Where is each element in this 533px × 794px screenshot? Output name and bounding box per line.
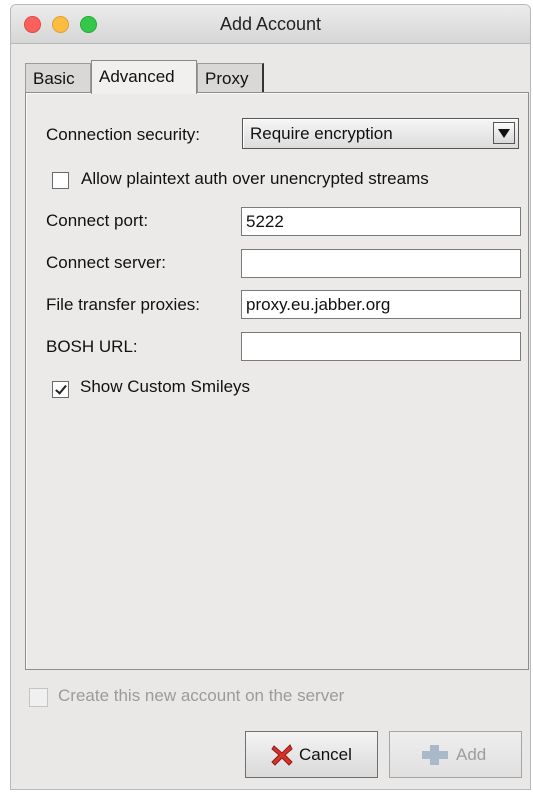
add-account-window: Add Account Basic Advanced Proxy Connect… <box>10 4 531 790</box>
connect-server-field[interactable] <box>241 249 521 278</box>
tab-basic[interactable]: Basic <box>25 63 91 93</box>
connect-server-label: Connect server: <box>46 253 166 272</box>
cancel-button-label: Cancel <box>299 745 352 764</box>
connection-security-select[interactable]: Require encryption <box>242 118 519 149</box>
plaintext-auth-checkbox[interactable] <box>52 172 69 189</box>
connect-port-field[interactable] <box>241 207 521 236</box>
title-bar: Add Account <box>11 5 530 44</box>
create-on-server-checkbox[interactable] <box>29 688 48 707</box>
dropdown-arrow-icon[interactable] <box>493 122 515 144</box>
plaintext-auth-label: Allow plaintext auth over unencrypted st… <box>81 169 429 188</box>
connect-port-label: Connect port: <box>46 211 149 230</box>
bosh-url-label: BOSH URL: <box>46 337 138 356</box>
tab-advanced[interactable]: Advanced <box>91 60 197 94</box>
plus-icon <box>422 745 448 765</box>
connection-security-label: Connection security: <box>46 125 201 144</box>
cancel-button[interactable]: Cancel <box>245 731 378 778</box>
advanced-panel: Connection security: Require encryption … <box>25 92 529 670</box>
show-custom-smileys-checkbox[interactable] <box>52 381 69 398</box>
add-button[interactable]: Add <box>389 731 522 778</box>
create-on-server-label: Create this new account on the server <box>58 686 345 705</box>
show-custom-smileys-label: Show Custom Smileys <box>80 377 251 396</box>
file-transfer-proxies-label: File transfer proxies: <box>46 295 200 314</box>
file-transfer-proxies-field[interactable] <box>241 290 521 319</box>
add-button-label: Add <box>456 745 487 764</box>
bosh-url-field[interactable] <box>241 332 521 361</box>
connection-security-value: Require encryption <box>250 124 393 143</box>
red-x-icon <box>271 744 293 766</box>
tab-proxy[interactable]: Proxy <box>197 63 264 93</box>
window-title: Add Account <box>219 14 322 34</box>
